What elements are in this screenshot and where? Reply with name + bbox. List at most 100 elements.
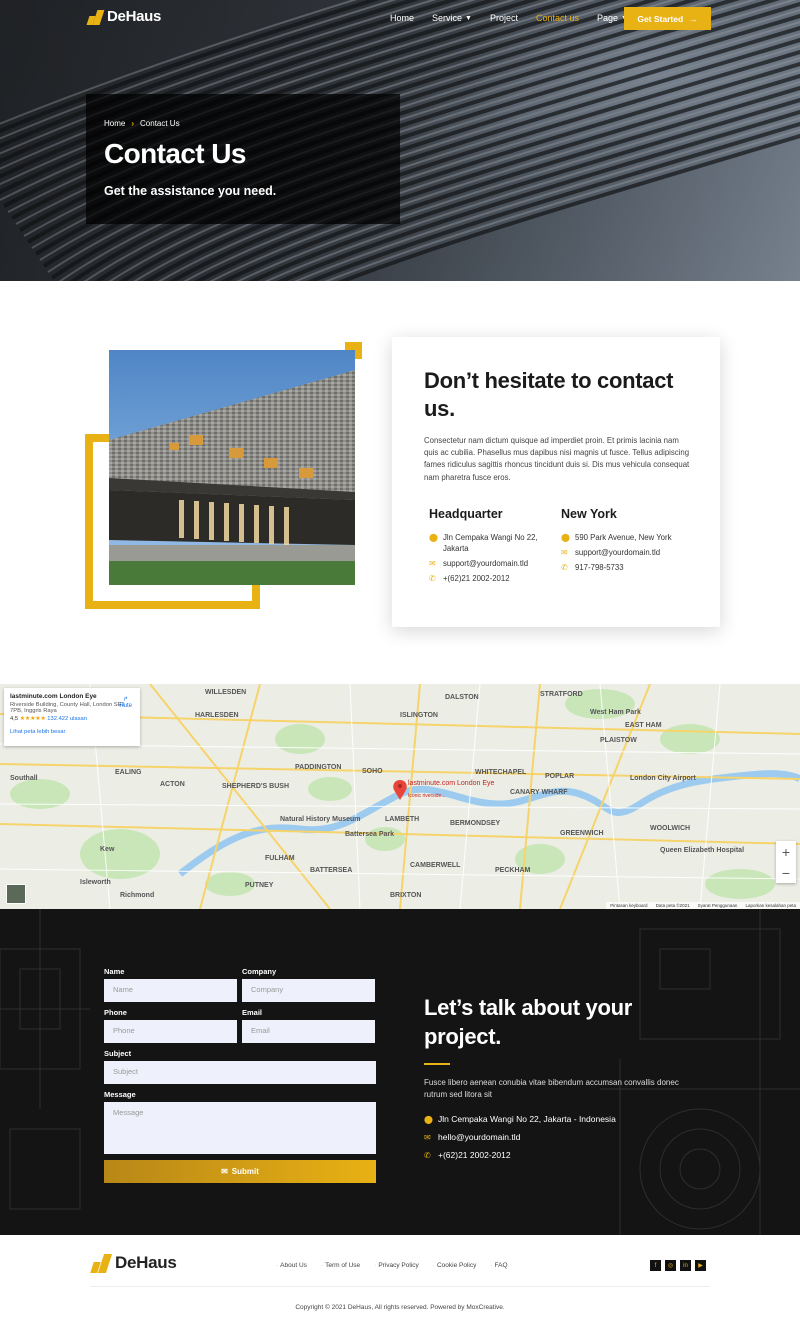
subject-input[interactable]: Subject xyxy=(104,1061,376,1084)
footer-divider xyxy=(90,1286,710,1287)
hero-section: DeHaus Home Service ▼ Project Contact us … xyxy=(0,0,800,281)
talk-phone[interactable]: +(62)21 2002-2012 xyxy=(438,1150,511,1160)
office-email[interactable]: support@yourdomain.tld xyxy=(443,558,528,569)
zoom-out-button[interactable]: − xyxy=(776,862,796,883)
talk-phone-row: ✆ +(62)21 2002-2012 xyxy=(424,1150,694,1160)
chevron-right-icon: › xyxy=(131,119,135,128)
map-data-text: Data peta ©2021 xyxy=(655,903,690,908)
directions-label: Rute xyxy=(119,703,132,709)
facebook-icon[interactable]: f xyxy=(650,1260,661,1271)
message-label: Message xyxy=(104,1090,136,1099)
nav-label: Home xyxy=(390,13,415,23)
directions-icon: ↱ xyxy=(123,697,129,703)
map-terms-link[interactable]: Syarat Penggunaan xyxy=(698,903,738,908)
contact-heading: Don’t hesitate to contact us. xyxy=(424,368,674,421)
map-place-label: Isleworth xyxy=(80,879,111,886)
footer-link-about[interactable]: About Us xyxy=(276,1262,307,1269)
map-place-label: ACTON xyxy=(160,781,185,788)
map-place-label: BATTERSEA xyxy=(310,867,352,874)
place-title: lastminute.com London Eye xyxy=(10,693,97,700)
map-pin-label: lastminute.com London Eye xyxy=(408,780,494,787)
bigger-map-link[interactable]: Lihat peta lebih besar xyxy=(10,729,134,735)
map-place-label: West Ham Park xyxy=(590,709,641,716)
talk-email[interactable]: hello@yourdomain.tld xyxy=(438,1132,520,1142)
office-phone[interactable]: +(62)21 2002-2012 xyxy=(443,573,510,584)
phone-icon: ✆ xyxy=(424,1150,431,1160)
breadcrumb: Home › Contact Us xyxy=(104,119,180,128)
envelope-icon: ✉ xyxy=(429,559,436,568)
map-place-label: FULHAM xyxy=(265,855,295,862)
nav-label: Project xyxy=(489,13,518,23)
footer-link-terms[interactable]: Term of Use xyxy=(321,1262,360,1269)
map-place-label: GREENWICH xyxy=(560,830,604,837)
place-info-card: lastminute.com London Eye Riverside Buil… xyxy=(4,688,140,746)
contact-form: Name Name Company Company Phone Phone Em… xyxy=(104,967,376,1183)
youtube-icon[interactable]: ▶ xyxy=(695,1260,706,1271)
submit-label: Submit xyxy=(231,1167,259,1176)
map-place-label: SOHO xyxy=(362,768,383,775)
map-place-label: POPLAR xyxy=(545,773,574,780)
office-new-york: New York ⬤ 590 Park Avenue, New York ✉ sup… xyxy=(561,507,691,577)
map-report-link[interactable]: Laporkan kesalahan peta xyxy=(745,903,796,908)
message-textarea[interactable]: Message xyxy=(104,1102,376,1154)
building-illustration xyxy=(109,350,355,585)
map-place-label: PECKHAM xyxy=(495,867,531,874)
map-keyboard-link[interactable]: Pintasan keyboard xyxy=(610,903,647,908)
place-reviews-link[interactable]: 132.422 ulasan xyxy=(47,716,87,722)
zoom-in-button[interactable]: + xyxy=(776,841,796,862)
page-subtitle: Get the assistance you need. xyxy=(104,184,277,198)
nav-item-home[interactable]: Home xyxy=(390,13,414,23)
footer-links: About Us Term of Use Privacy Policy Cook… xyxy=(276,1262,522,1269)
map-zoom-control: + − xyxy=(776,841,796,883)
map-place-label: London City Airport xyxy=(630,775,697,782)
satellite-toggle[interactable] xyxy=(6,884,26,904)
phone-icon: ✆ xyxy=(429,574,436,583)
instagram-icon[interactable]: ◎ xyxy=(665,1260,676,1271)
get-started-button[interactable]: Get Started → xyxy=(624,7,711,30)
map-place-label: BRIXTON xyxy=(390,892,421,899)
accent-divider xyxy=(424,1063,450,1065)
footer-link-faq[interactable]: FAQ xyxy=(490,1262,508,1269)
talk-heading: Let’s talk about your project. xyxy=(424,995,633,1049)
place-rating: 4,5 xyxy=(10,716,19,722)
map-place-label: BERMONDSEY xyxy=(450,820,501,827)
map-place-label: PUTNEY xyxy=(245,882,274,889)
map-place-label: Natural History Museum xyxy=(280,816,361,823)
map-place-label: Southall xyxy=(10,775,38,782)
nav-label: Service xyxy=(432,13,463,23)
office-address-row: ⬤ Jln Cempaka Wangi No 22, Jakarta xyxy=(429,532,559,554)
nav-item-service[interactable]: Service ▼ xyxy=(432,13,472,23)
footer-link-cookie[interactable]: Cookie Policy xyxy=(433,1262,476,1269)
map-place-label: LAMBETH xyxy=(385,816,419,823)
office-phone-row: ✆ 917-798-5733 xyxy=(561,562,691,573)
map-place-label: CAMBERWELL xyxy=(410,862,461,869)
submit-button[interactable]: ✉ Submit xyxy=(104,1160,376,1183)
envelope-icon: ✉ xyxy=(221,1167,228,1176)
linkedin-icon[interactable]: in xyxy=(680,1260,691,1271)
header-logo[interactable]: DeHaus xyxy=(86,8,161,25)
name-input[interactable]: Name xyxy=(104,979,237,1002)
building-photo xyxy=(109,350,355,585)
embedded-map[interactable]: WILLESDEN HARLESDEN ISLINGTON DALSTON STRATF… xyxy=(0,684,800,909)
breadcrumb-home-link[interactable]: Home xyxy=(104,119,125,128)
footer-link-privacy[interactable]: Privacy Policy xyxy=(374,1262,418,1269)
email-label: Email xyxy=(242,1008,263,1017)
map-place-label: PLAISTOW xyxy=(600,737,637,744)
map-place-label: EALING xyxy=(115,769,142,776)
directions-button[interactable]: ↱ Rute xyxy=(119,696,132,709)
company-input[interactable]: Company xyxy=(242,979,375,1002)
talk-text: Fusce libero aenean conubia vitae bibend… xyxy=(424,1078,679,1099)
map-place-label: CANARY WHARF xyxy=(510,789,568,796)
map-pin-sublabel: Iconic riverside... xyxy=(408,793,446,799)
footer-logo[interactable]: DeHaus xyxy=(90,1253,177,1273)
email-input[interactable]: Email xyxy=(242,1020,375,1043)
map-place-label: PADDINGTON xyxy=(295,764,341,771)
contact-form-section: Name Name Company Company Phone Phone Em… xyxy=(0,909,800,1235)
nav-item-contact[interactable]: Contact us xyxy=(536,13,579,23)
envelope-icon: ✉ xyxy=(561,548,568,557)
nav-item-project[interactable]: Project xyxy=(490,13,518,23)
office-email[interactable]: support@yourdomain.tld xyxy=(575,547,660,558)
office-phone[interactable]: 917-798-5733 xyxy=(575,562,624,573)
map-place-label: Richmond xyxy=(120,892,154,899)
phone-input[interactable]: Phone xyxy=(104,1020,237,1043)
